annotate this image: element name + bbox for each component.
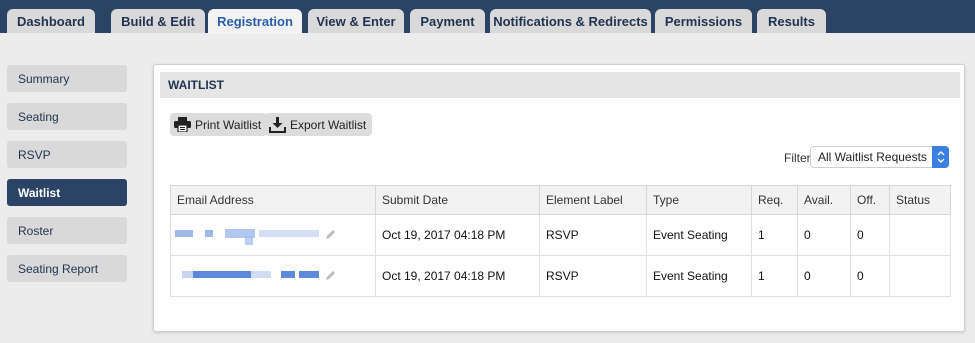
submit-date-cell: Oct 19, 2017 04:18 PM: [375, 214, 540, 256]
edit-pencil-icon[interactable]: [324, 228, 337, 244]
tab-dashboard[interactable]: Dashboard: [7, 9, 95, 33]
off-cell: 0: [850, 255, 890, 297]
tab-payment[interactable]: Payment: [410, 9, 485, 33]
avail-cell: 0: [797, 214, 851, 256]
filter-select-value: All Waitlist Requests: [818, 150, 927, 164]
email-cell: [170, 214, 376, 256]
sidebar-item-roster[interactable]: Roster: [7, 217, 127, 244]
tab-build-edit[interactable]: Build & Edit: [111, 9, 205, 33]
filter-label: Filter: [784, 151, 811, 165]
select-arrows-icon: [932, 146, 949, 168]
waitlist-table: Email Address Submit Date Element Label …: [170, 185, 951, 297]
filter-select[interactable]: All Waitlist Requests: [810, 146, 949, 168]
sidebar-item-rsvp[interactable]: RSVP: [7, 141, 127, 168]
download-icon: [269, 116, 286, 133]
column-header-off[interactable]: Off.: [850, 185, 890, 215]
email-cell: [170, 255, 376, 297]
print-waitlist-label: Print Waitlist: [195, 117, 262, 132]
printer-icon: [174, 117, 191, 132]
table-row: Oct 19, 2017 04:18 PM RSVP Event Seating…: [170, 255, 951, 297]
sidebar-item-seating-report[interactable]: Seating Report: [7, 255, 127, 282]
column-header-avail[interactable]: Avail.: [797, 185, 851, 215]
waitlist-panel: WAITLIST Print Waitlist Export Waitlist …: [153, 64, 965, 332]
req-cell: 1: [751, 255, 798, 297]
element-label-cell: RSVP: [539, 214, 647, 256]
submit-date-cell: Oct 19, 2017 04:18 PM: [375, 255, 540, 297]
export-waitlist-button[interactable]: Export Waitlist: [265, 113, 373, 136]
edit-pencil-icon[interactable]: [324, 269, 337, 285]
export-waitlist-label: Export Waitlist: [290, 117, 367, 132]
top-nav-bar: Dashboard Build & Edit Registration View…: [0, 0, 975, 34]
column-header-email[interactable]: Email Address: [170, 185, 376, 215]
sidebar-item-waitlist[interactable]: Waitlist: [7, 179, 127, 206]
element-label-cell: RSVP: [539, 255, 647, 297]
table-header-row: Email Address Submit Date Element Label …: [170, 185, 951, 215]
column-header-element-label[interactable]: Element Label: [539, 185, 647, 215]
column-header-req[interactable]: Req.: [751, 185, 798, 215]
status-cell: [889, 214, 951, 256]
tab-registration[interactable]: Registration: [208, 9, 302, 34]
panel-title: WAITLIST: [160, 72, 960, 98]
table-row: Oct 19, 2017 04:18 PM RSVP Event Seating…: [170, 214, 951, 256]
column-header-type[interactable]: Type: [646, 185, 752, 215]
tab-notifications-redirects[interactable]: Notifications & Redirects: [490, 9, 651, 33]
tab-permissions[interactable]: Permissions: [655, 9, 752, 33]
req-cell: 1: [751, 214, 798, 256]
type-cell: Event Seating: [646, 214, 752, 256]
column-header-status[interactable]: Status: [889, 185, 951, 215]
column-header-submit-date[interactable]: Submit Date: [375, 185, 540, 215]
print-waitlist-button[interactable]: Print Waitlist: [170, 113, 268, 136]
sidebar-item-summary[interactable]: Summary: [7, 65, 127, 92]
type-cell: Event Seating: [646, 255, 752, 297]
status-cell: [889, 255, 951, 297]
tab-view-enter[interactable]: View & Enter: [308, 9, 404, 33]
tab-results[interactable]: Results: [757, 9, 826, 33]
avail-cell: 0: [797, 255, 851, 297]
sidebar-item-seating[interactable]: Seating: [7, 103, 127, 130]
off-cell: 0: [850, 214, 890, 256]
